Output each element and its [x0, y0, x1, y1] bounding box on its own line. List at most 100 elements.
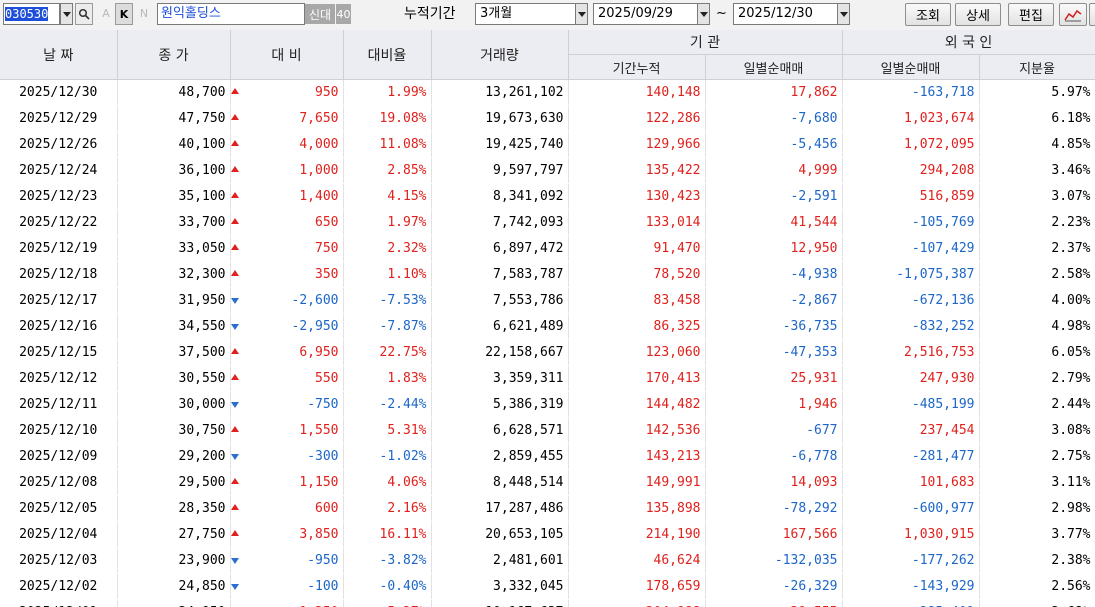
cell-close: 27,750 [117, 521, 239, 548]
table-row[interactable]: 2025/12/19 33,050 750 2.32% 6,897,472 91,470 1… [0, 235, 1095, 262]
table-row[interactable]: 2025/12/05 28,350 600 2.16% 17,287,486 135,89… [0, 495, 1095, 522]
more-button[interactable] [1089, 3, 1095, 26]
cell-inst-daily-value: 12,950 [790, 241, 838, 256]
cell-inst-daily-value: -26,329 [782, 579, 838, 594]
cell-change: -2,950 [230, 313, 344, 340]
period-select[interactable]: 3개월 [475, 3, 576, 25]
cell-change-value: -950 [307, 553, 339, 568]
stock-name-field[interactable]: 원익홀딩스 [157, 3, 305, 25]
cell-foreign-daily: -143,929 [842, 573, 980, 600]
cell-inst-daily: -7,680 [705, 105, 843, 132]
cell-close: 24,950 [117, 599, 231, 607]
table-row[interactable]: 2025/12/16 34,550 -2,950 -7.87% 6,621,489 86,… [0, 313, 1095, 340]
cell-date-value: 2025/12/12 [19, 371, 98, 386]
cell-foreign-daily: 1,030,915 [842, 521, 980, 548]
table-row[interactable]: 2025/12/0124,9501,2505.27%10,167,637204,… [0, 599, 1095, 607]
cell-rate-value: 2.85% [387, 163, 427, 178]
search-button[interactable]: 조회 [905, 3, 951, 26]
cell-date: 2025/12/30 [0, 79, 118, 106]
table-row[interactable]: 2025/12/03 23,900 -950 -3.82% 2,481,601 46,62… [0, 547, 1095, 574]
market-k-button[interactable]: K [115, 3, 133, 25]
cell-volume: 19,425,740 [431, 131, 569, 158]
cell-date: 2025/12/16 [0, 313, 118, 340]
cell-inst-cumulative-value: 46,624 [653, 553, 701, 568]
cell-close-value: 29,500 [178, 475, 226, 490]
date-to-calendar-button[interactable] [837, 3, 850, 25]
table-row[interactable]: 2025/12/15 37,500 6,950 22.75% 22,158,667 123… [0, 339, 1095, 366]
toolbar: 030530 A K N 원익홀딩스 신대 40 누적기간 3개월 2025/0… [0, 0, 1095, 31]
cell-foreign-daily: -672,136 [842, 287, 980, 314]
table-row[interactable]: 2025/12/18 32,300 350 1.10% 7,583,787 78,520 -… [0, 261, 1095, 288]
header-inst-cumulative[interactable]: 기간누적 [568, 54, 706, 80]
cell-inst-daily-value: -6,778 [790, 449, 838, 464]
cell-rate-value: 22.75% [379, 345, 427, 360]
cell-rate: -1.02% [343, 443, 432, 470]
cell-inst-daily: 25,931 [705, 365, 843, 392]
cell-date-value: 2025/12/30 [19, 85, 98, 100]
table-row[interactable]: 2025/12/17 31,950 -2,600 -7.53% 7,553,786 83,… [0, 287, 1095, 314]
cell-foreign-daily-value: -832,252 [911, 319, 975, 334]
cell-foreign-share: 3.11% [979, 469, 1095, 496]
header-foreign-share[interactable]: 지분율 [979, 54, 1095, 80]
header-foreign-daily[interactable]: 일별순매매 [842, 54, 980, 80]
header-inst-daily[interactable]: 일별순매매 [705, 54, 843, 80]
table-row[interactable]: 2025/12/10 30,750 1,550 5.31% 6,628,571 142,5… [0, 417, 1095, 444]
cell-close-value: 27,750 [178, 527, 226, 542]
table-row[interactable]: 2025/12/12 30,550 550 1.83% 3,359,311 170,413… [0, 365, 1095, 392]
stock-code-input[interactable]: 030530 [3, 3, 60, 25]
table-row[interactable]: 2025/12/04 27,750 3,850 16.11% 20,653,105 214… [0, 521, 1095, 548]
cell-rate-value: -3.82% [379, 553, 427, 568]
cell-date-value: 2025/12/18 [19, 267, 98, 282]
cell-rate: 22.75% [343, 339, 432, 366]
table-row[interactable]: 2025/12/11 30,000 -750 -2.44% 5,386,319 144,4… [0, 391, 1095, 418]
table-row[interactable]: 2025/12/22 33,700 650 1.97% 7,742,093 133,014… [0, 209, 1095, 236]
stock-code-dropdown-button[interactable] [60, 3, 73, 25]
stock-code-value: 030530 [5, 7, 49, 21]
cell-foreign-daily: -485,199 [842, 391, 980, 418]
header-close[interactable]: 종 가 [117, 30, 231, 80]
header-rate[interactable]: 대비율 [343, 30, 432, 80]
margin-rate-tag[interactable]: 40 [336, 4, 351, 24]
cell-inst-cumulative-value: 83,458 [653, 293, 701, 308]
table-row[interactable]: 2025/12/24 36,100 1,000 2.85% 9,597,797 135,4… [0, 157, 1095, 184]
chart-icon[interactable] [1059, 3, 1087, 26]
cell-close-value: 32,300 [178, 267, 226, 282]
cell-inst-cumulative: 130,423 [568, 183, 706, 210]
new-credit-tag[interactable]: 신대 [305, 4, 335, 24]
header-volume[interactable]: 거래량 [431, 30, 569, 80]
cell-change-value: -100 [307, 579, 339, 594]
cell-close-value: 33,050 [178, 241, 226, 256]
header-date[interactable]: 날 짜 [0, 30, 118, 80]
cell-foreign-share: 2.37% [979, 235, 1095, 262]
edit-button[interactable]: 편집 [1008, 3, 1054, 26]
cell-volume: 8,448,514 [431, 469, 569, 496]
table-row[interactable]: 2025/12/29 47,750 7,650 19.08% 19,673,630 122… [0, 105, 1095, 132]
cell-inst-daily-value: -5,456 [790, 137, 838, 152]
period-dropdown-button[interactable] [575, 3, 588, 25]
table-row[interactable]: 2025/12/02 24,850 -100 -0.40% 3,332,045 178,6… [0, 573, 1095, 600]
cell-volume-value: 3,359,311 [493, 371, 564, 386]
market-n-button[interactable]: N [137, 3, 151, 25]
table-row[interactable]: 2025/12/30 48,700 950 1.99% 13,261,102 140,14… [0, 79, 1095, 106]
arrow-down-icon [230, 584, 239, 590]
cell-volume-value: 20,653,105 [485, 527, 564, 542]
cell-inst-daily-value: 17,862 [790, 85, 838, 100]
cell-inst-daily: -2,591 [705, 183, 843, 210]
cell-foreign-daily: -1,075,387 [842, 261, 980, 288]
cell-rate: -7.87% [343, 313, 432, 340]
header-change[interactable]: 대 비 [230, 30, 344, 80]
cell-close-value: 47,750 [178, 111, 226, 126]
cell-foreign-daily: 2,516,753 [842, 339, 980, 366]
date-to-field[interactable]: 2025/12/30 [733, 3, 838, 25]
search-icon[interactable] [75, 3, 93, 25]
cell-date: 2025/12/05 [0, 495, 118, 522]
detail-button[interactable]: 상세 [955, 3, 1001, 26]
table-row[interactable]: 2025/12/09 29,200 -300 -1.02% 2,859,455 143,2… [0, 443, 1095, 470]
table-row[interactable]: 2025/12/26 40,100 4,000 11.08% 19,425,740 129… [0, 131, 1095, 158]
table-row[interactable]: 2025/12/08 29,500 1,150 4.06% 8,448,514 149,9… [0, 469, 1095, 496]
date-from-field[interactable]: 2025/09/29 [593, 3, 698, 25]
cell-close-value: 40,100 [178, 137, 226, 152]
table-row[interactable]: 2025/12/23 35,100 1,400 4.15% 8,341,092 130,4… [0, 183, 1095, 210]
date-from-calendar-button[interactable] [697, 3, 710, 25]
market-a-button[interactable]: A [99, 3, 113, 25]
